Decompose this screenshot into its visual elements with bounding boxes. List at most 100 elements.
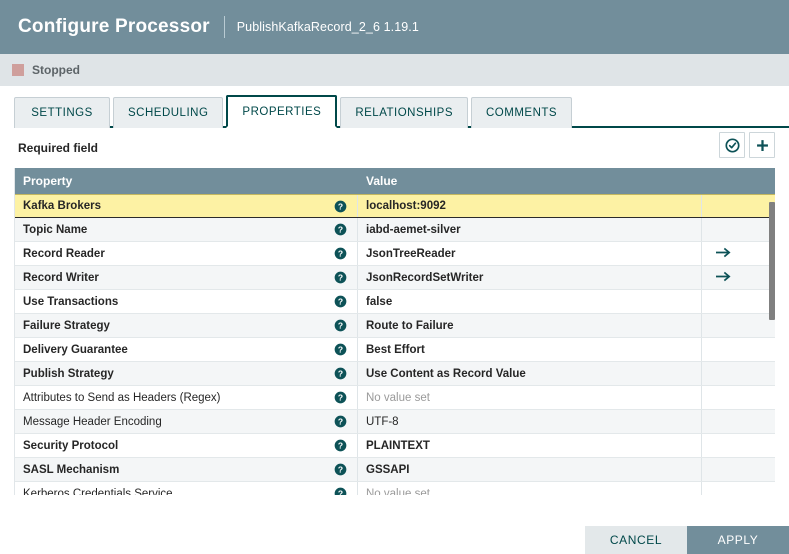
property-label: Attributes to Send as Headers (Regex) [23, 391, 221, 404]
tab-settings[interactable]: SETTINGS [14, 97, 110, 128]
property-value-cell[interactable]: JsonTreeReader [358, 242, 702, 265]
help-icon[interactable]: ? [334, 343, 347, 356]
property-label: Topic Name [23, 223, 88, 236]
svg-text:?: ? [338, 344, 343, 354]
status-bar: Stopped [0, 54, 789, 86]
svg-text:?: ? [338, 201, 343, 211]
table-row[interactable]: Record Reader? JsonTreeReader [15, 242, 775, 266]
column-header-property: Property [23, 174, 73, 188]
property-action-cell [702, 410, 775, 433]
property-value-cell[interactable]: Use Content as Record Value [358, 362, 702, 385]
table-row[interactable]: Kerberos Credentials Service? No value se… [15, 482, 775, 495]
table-row[interactable]: Security Protocol? PLAINTEXT [15, 434, 775, 458]
property-value-cell[interactable]: No value set [358, 386, 702, 409]
property-name-cell[interactable]: Security Protocol? [15, 434, 358, 457]
property-action-cell [702, 338, 775, 361]
property-value-cell[interactable]: iabd-aemet-silver [358, 218, 702, 241]
property-name-cell[interactable]: Publish Strategy? [15, 362, 358, 385]
property-name-cell[interactable]: Kafka Brokers? [15, 195, 358, 217]
svg-text:?: ? [338, 464, 343, 474]
help-icon[interactable]: ? [334, 487, 347, 495]
table-body: Kafka Brokers? localhost:9092 Topic Name? i… [15, 194, 775, 495]
help-icon[interactable]: ? [334, 319, 347, 332]
table-row[interactable]: Publish Strategy? Use Content as Record V… [15, 362, 775, 386]
help-icon[interactable]: ? [334, 295, 347, 308]
verify-properties-button[interactable] [719, 132, 745, 158]
configure-processor-dialog: Configure Processor PublishKafkaRecord_2… [0, 0, 789, 554]
property-action-cell [702, 195, 775, 217]
help-icon[interactable]: ? [334, 415, 347, 428]
properties-toolbar: Required field [0, 128, 789, 168]
property-action-cell [702, 266, 775, 289]
property-value-cell[interactable]: localhost:9092 [358, 195, 702, 217]
property-action-cell [702, 434, 775, 457]
properties-table: Property Value Kafka Brokers? localhost:9… [14, 168, 775, 495]
svg-text:?: ? [338, 248, 343, 258]
table-row[interactable]: Kafka Brokers? localhost:9092 [15, 194, 775, 218]
property-name-cell[interactable]: Record Reader? [15, 242, 358, 265]
tab-properties[interactable]: PROPERTIES [226, 95, 338, 128]
tab-comments[interactable]: COMMENTS [471, 97, 573, 128]
property-action-cell [702, 290, 775, 313]
cancel-button[interactable]: CANCEL [585, 526, 687, 554]
table-row[interactable]: Attributes to Send as Headers (Regex)? No… [15, 386, 775, 410]
property-value-cell[interactable]: Best Effort [358, 338, 702, 361]
go-to-service-icon[interactable] [715, 269, 732, 287]
property-name-cell[interactable]: Record Writer? [15, 266, 358, 289]
property-action-cell [702, 386, 775, 409]
property-name-cell[interactable]: Failure Strategy? [15, 314, 358, 337]
table-row[interactable]: Topic Name? iabd-aemet-silver [15, 218, 775, 242]
help-icon[interactable]: ? [334, 200, 347, 213]
stopped-icon [12, 64, 24, 76]
property-value-cell[interactable]: GSSAPI [358, 458, 702, 481]
table-row[interactable]: SASL Mechanism? GSSAPI [15, 458, 775, 482]
tab-relationships[interactable]: RELATIONSHIPS [340, 97, 468, 128]
table-row[interactable]: Message Header Encoding? UTF-8 [15, 410, 775, 434]
property-action-cell [702, 362, 775, 385]
table-row[interactable]: Record Writer? JsonRecordSetWriter [15, 266, 775, 290]
help-icon[interactable]: ? [334, 439, 347, 452]
apply-button[interactable]: APPLY [687, 526, 789, 554]
property-value-cell[interactable]: UTF-8 [358, 410, 702, 433]
property-value-cell[interactable]: Route to Failure [358, 314, 702, 337]
property-name-cell[interactable]: Attributes to Send as Headers (Regex)? [15, 386, 358, 409]
property-name-cell[interactable]: Kerberos Credentials Service? [15, 482, 358, 495]
tab-bar: SETTINGS SCHEDULING PROPERTIES RELATIONSHIP… [0, 86, 789, 128]
table-row[interactable]: Use Transactions? false [15, 290, 775, 314]
page-title: Configure Processor [18, 16, 210, 37]
add-property-button[interactable] [749, 132, 775, 158]
property-value-cell[interactable]: No value set [358, 482, 702, 495]
help-icon[interactable]: ? [334, 223, 347, 236]
table-row[interactable]: Failure Strategy? Route to Failure [15, 314, 775, 338]
svg-text:?: ? [338, 272, 343, 282]
help-icon[interactable]: ? [334, 271, 347, 284]
table-header-row: Property Value [15, 168, 775, 194]
help-icon[interactable]: ? [334, 247, 347, 260]
property-name-cell[interactable]: Topic Name? [15, 218, 358, 241]
processor-type-version: PublishKafkaRecord_2_6 1.19.1 [236, 20, 419, 34]
property-value-cell[interactable]: PLAINTEXT [358, 434, 702, 457]
property-name-cell[interactable]: Use Transactions? [15, 290, 358, 313]
tab-scheduling[interactable]: SCHEDULING [113, 97, 224, 128]
property-action-cell [702, 314, 775, 337]
property-value-cell[interactable]: false [358, 290, 702, 313]
property-name-cell[interactable]: Message Header Encoding? [15, 410, 358, 433]
property-name-cell[interactable]: Delivery Guarantee? [15, 338, 358, 361]
help-icon[interactable]: ? [334, 391, 347, 404]
property-value-cell[interactable]: JsonRecordSetWriter [358, 266, 702, 289]
property-action-cell [702, 482, 775, 495]
svg-text:?: ? [338, 368, 343, 378]
property-action-cell [702, 218, 775, 241]
go-to-service-icon[interactable] [715, 245, 732, 263]
help-icon[interactable]: ? [334, 367, 347, 380]
property-label: Record Writer [23, 271, 99, 284]
property-label: Publish Strategy [23, 367, 114, 380]
property-name-cell[interactable]: SASL Mechanism? [15, 458, 358, 481]
table-row[interactable]: Delivery Guarantee? Best Effort [15, 338, 775, 362]
property-label: SASL Mechanism [23, 463, 120, 476]
help-icon[interactable]: ? [334, 463, 347, 476]
status-badge: Stopped [32, 63, 80, 77]
table-scrollbar[interactable] [769, 194, 775, 490]
table-scrollbar-thumb[interactable] [769, 202, 775, 320]
property-label: Use Transactions [23, 295, 119, 308]
